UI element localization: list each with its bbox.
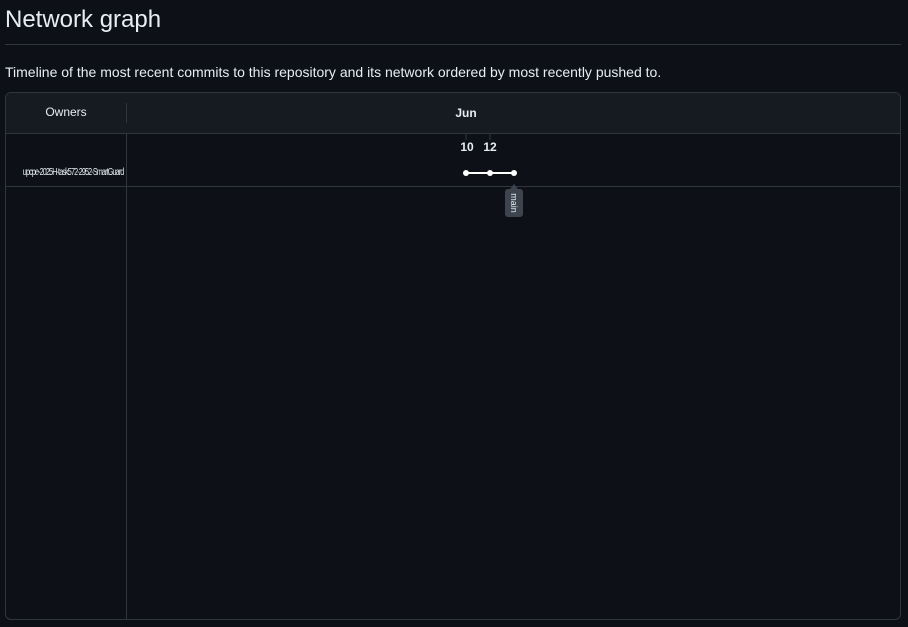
commit-dot[interactable] — [487, 170, 493, 176]
page-title: Network graph — [5, 6, 162, 33]
commit-graph-canvas — [463, 134, 517, 176]
commit-dot[interactable] — [511, 170, 517, 176]
commit-dot[interactable] — [463, 170, 469, 176]
title-divider — [5, 44, 901, 45]
branch-tag-label: main — [509, 193, 519, 213]
page-description: Timeline of the most recent commits to t… — [5, 64, 662, 80]
branch-tag[interactable]: main — [505, 184, 523, 217]
network-graph[interactable]: Owners Jun upcpe-2025H-task572-2952-Smar… — [5, 92, 901, 620]
network-graph-page: Network graph Timeline of the most recen… — [0, 0, 908, 627]
